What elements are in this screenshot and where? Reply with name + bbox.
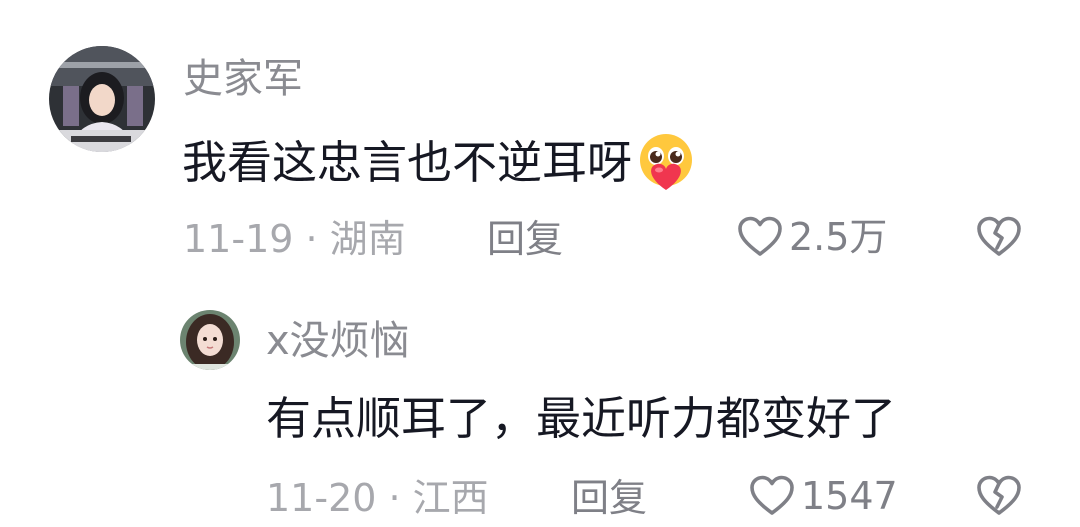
comment-text: 我看这忠言也不逆耳呀 [182,134,698,198]
comment-text-content: 我看这忠言也不逆耳呀 [182,136,633,189]
broken-heart-icon [977,216,1021,256]
heart-outline-icon [750,475,794,515]
reply-button[interactable]: 回复 [571,475,647,521]
reply-button[interactable]: 回复 [487,216,563,262]
dislike-button[interactable] [976,216,1022,262]
like-button[interactable]: 2.5万 [737,214,887,260]
comment-date-location: 11-20 · 江西 [266,476,489,520]
like-count: 1547 [801,474,898,518]
avatar[interactable] [180,310,240,370]
like-count: 2.5万 [789,215,888,259]
dislike-button[interactable] [976,475,1022,521]
heart-outline-icon [738,216,782,256]
pleading-heart-emoji-icon [634,130,698,194]
username[interactable]: 史家军 [183,56,303,102]
broken-heart-icon [977,475,1021,515]
avatar[interactable] [49,46,155,152]
comment-text: 有点顺耳了，最近听力都变好了 [266,392,897,445]
like-button[interactable]: 1547 [749,473,898,519]
username[interactable]: x没烦恼 [266,318,410,364]
comment-date-location: 11-19 · 湖南 [183,217,406,261]
